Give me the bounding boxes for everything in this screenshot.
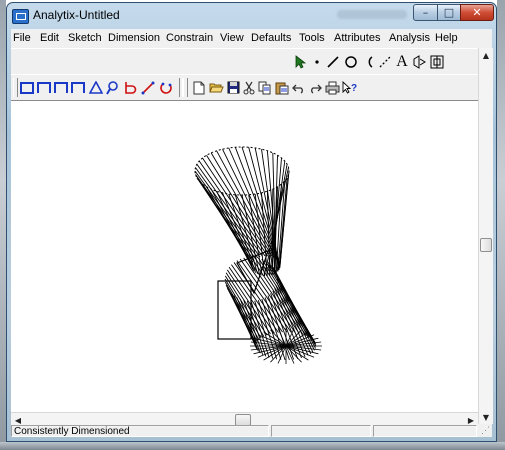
- point-icon[interactable]: [311, 53, 323, 70]
- vertical-scrollbar[interactable]: ▲ ▼: [478, 48, 493, 424]
- maximize-icon: □: [443, 6, 455, 19]
- menu-file[interactable]: File: [13, 32, 31, 44]
- menu-defaults[interactable]: Defaults: [251, 32, 291, 44]
- new-file-icon[interactable]: [191, 79, 207, 96]
- status-text: Consistently Dimensioned: [11, 425, 269, 437]
- dimension-icon[interactable]: [411, 53, 427, 70]
- app-window: Analytix-Untitled – □ ✕ File Edit Sketch…: [6, 2, 497, 442]
- client-area: File Edit Sketch Dimension Constrain Vie…: [11, 29, 493, 437]
- circle-arc-icon[interactable]: [158, 79, 174, 96]
- sketch-top-ellipse: [194, 146, 290, 196]
- paste-icon[interactable]: [274, 79, 290, 96]
- rectangle-icon[interactable]: [19, 79, 35, 96]
- menu-attributes[interactable]: Attributes: [334, 32, 380, 44]
- title-bar-blur: [337, 10, 407, 19]
- status-bar: Consistently Dimensioned ⋰: [11, 425, 492, 437]
- print-icon[interactable]: [324, 79, 340, 96]
- line-icon[interactable]: [325, 53, 341, 70]
- sketch-drawing: [194, 146, 322, 364]
- menu-edit[interactable]: Edit: [40, 32, 59, 44]
- desktop-strip-bottom: [0, 442, 505, 450]
- magnifier-icon[interactable]: [105, 79, 119, 96]
- draw-toolbar: A: [11, 48, 478, 75]
- scroll-up-icon[interactable]: ▲: [479, 48, 493, 62]
- desktop-background: Analytix-Untitled – □ ✕ File Edit Sketch…: [0, 0, 505, 450]
- close-icon: ✕: [472, 6, 482, 19]
- scroll-down-icon[interactable]: ▼: [479, 410, 493, 424]
- sketch-fan-line-lower: [275, 272, 315, 351]
- arc-icon[interactable]: [361, 53, 375, 70]
- frame-icon[interactable]: [36, 79, 52, 96]
- select-arrow-icon[interactable]: [292, 53, 308, 70]
- menu-dimension[interactable]: Dimension: [108, 32, 160, 44]
- status-pane-2: [271, 425, 371, 437]
- frame-icon[interactable]: [53, 79, 69, 96]
- menu-help[interactable]: Help: [435, 32, 458, 44]
- construction-line-icon[interactable]: [377, 53, 393, 70]
- cut-icon[interactable]: [242, 79, 256, 96]
- svg-text:?: ?: [351, 83, 357, 94]
- minimize-icon: –: [422, 6, 429, 19]
- status-pane-3: [373, 425, 477, 437]
- fit-view-icon[interactable]: [429, 53, 445, 70]
- frame-icon[interactable]: [70, 79, 86, 96]
- desktop-strip-right: [497, 0, 505, 450]
- circle-icon[interactable]: [343, 53, 359, 70]
- window-title: Analytix-Untitled: [33, 8, 120, 22]
- copy-icon[interactable]: [257, 79, 273, 96]
- toolbar-grip[interactable]: [183, 78, 188, 97]
- menu-constrain[interactable]: Constrain: [166, 32, 213, 44]
- menu-tools[interactable]: Tools: [299, 32, 325, 44]
- title-bar[interactable]: Analytix-Untitled – □ ✕: [7, 3, 496, 29]
- vertical-scroll-thumb[interactable]: [480, 238, 492, 252]
- menu-sketch[interactable]: Sketch: [68, 32, 102, 44]
- sketch-fan-line-lower: [226, 269, 271, 335]
- undo-icon[interactable]: [291, 79, 306, 96]
- drawing-canvas[interactable]: [11, 100, 478, 413]
- text-tool-icon[interactable]: A: [395, 53, 409, 70]
- menu-view[interactable]: View: [220, 32, 244, 44]
- open-folder-icon[interactable]: [208, 79, 224, 96]
- app-icon[interactable]: [12, 9, 29, 24]
- redo-icon[interactable]: [307, 79, 322, 96]
- minimize-button[interactable]: –: [413, 4, 438, 21]
- slot-icon[interactable]: [122, 79, 138, 96]
- menu-analysis[interactable]: Analysis: [389, 32, 430, 44]
- sketch-fan-line-upper: [196, 177, 255, 261]
- sketch-fan-line-upper: [194, 170, 259, 259]
- triangle-icon[interactable]: [88, 79, 104, 96]
- close-button[interactable]: ✕: [460, 4, 494, 21]
- menu-bar: File Edit Sketch Dimension Constrain Vie…: [11, 29, 492, 47]
- help-pointer-icon[interactable]: ?: [341, 79, 357, 96]
- toolbar-grip[interactable]: [13, 78, 18, 97]
- save-icon[interactable]: [225, 79, 241, 96]
- maximize-button[interactable]: □: [437, 4, 461, 21]
- line-segment-icon[interactable]: [140, 79, 156, 96]
- size-grip-icon[interactable]: ⋰: [481, 425, 490, 436]
- sketch-toolbar: ?: [11, 74, 478, 101]
